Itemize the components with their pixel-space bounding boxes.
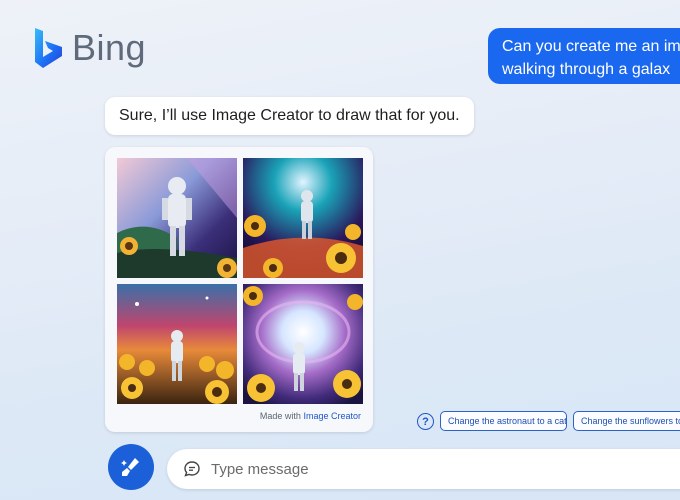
suggestion-chip[interactable]: Change the astronaut to a cat (440, 411, 567, 431)
made-with-prefix: Made with (259, 411, 301, 421)
message-composer (167, 449, 680, 489)
new-topic-button[interactable] (108, 444, 154, 490)
bing-logo-text: Bing (72, 27, 147, 68)
suggestion-chip[interactable]: Change the sunflowers to (573, 411, 680, 431)
message-input[interactable] (209, 459, 513, 479)
broom-sparkle-icon (121, 458, 139, 476)
bing-logo-icon (35, 28, 62, 68)
generated-image-3[interactable] (117, 284, 237, 404)
image-creator-card: Made with Image Creator (105, 147, 373, 432)
generated-image-2[interactable] (243, 158, 363, 278)
bot-message: Sure, I’ll use Image Creator to draw tha… (105, 97, 474, 135)
image-creator-link[interactable]: Image Creator (303, 411, 361, 421)
bing-logo: Bing (32, 26, 146, 70)
user-message-line: Can you create me an im (502, 38, 680, 55)
user-message-line: walking through a galax (502, 61, 671, 78)
chat-bubble-icon (184, 461, 200, 477)
generated-image-4[interactable] (243, 284, 363, 404)
help-icon[interactable]: ? (417, 413, 434, 430)
made-with-caption: Made with Image Creator (260, 411, 361, 421)
generated-image-1[interactable] (117, 158, 237, 278)
user-message: Can you create me an im walking through … (488, 28, 680, 84)
